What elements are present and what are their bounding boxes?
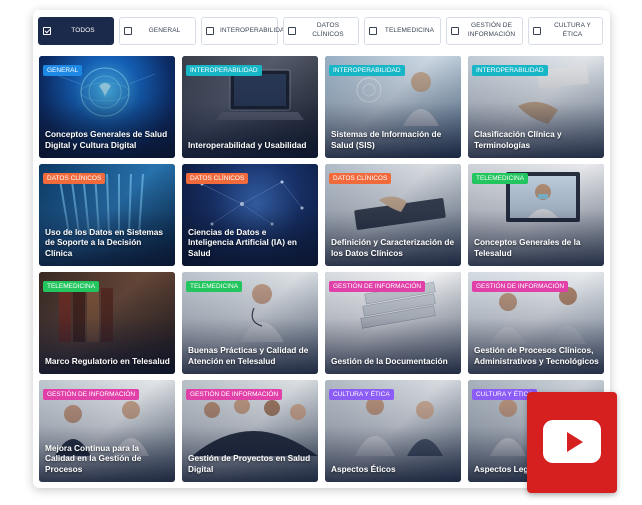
course-title: Conceptos Generales de Salud Digital y C…: [45, 129, 168, 150]
category-badge: GESTIÓN DE INFORMACIÓN: [472, 281, 569, 292]
course-title: Mejora Continua para la Calidad en la Ge…: [45, 442, 142, 474]
course-card[interactable]: INTEROPERABILIDAD Clasificación Clínica …: [468, 56, 604, 158]
filter-label: INTEROPERABILIDAD: [220, 26, 290, 34]
category-badge: GENERAL: [43, 65, 83, 76]
category-badge: DATOS CLÍNICOS: [329, 173, 392, 184]
filter-todos[interactable]: TODOS: [38, 17, 114, 45]
youtube-play-button[interactable]: [527, 392, 617, 493]
category-badge: GESTIÓN DE INFORMACIÓN: [43, 389, 140, 400]
course-card-grid: GENERAL Conceptos Generales de Salud Dig…: [39, 56, 604, 482]
course-card[interactable]: DATOS CLÍNICOS Definición y Caracterizac…: [325, 164, 461, 266]
filter-cultura-y-etica[interactable]: CULTURA Y ÉTICA: [528, 17, 603, 45]
course-title: Gestión de Procesos Clínicos, Administra…: [474, 345, 599, 366]
checkbox-icon: [533, 27, 541, 35]
filter-general[interactable]: GENERAL: [119, 17, 196, 45]
course-card[interactable]: GESTIÓN DE INFORMACIÓN Mejora Continua p…: [39, 380, 175, 482]
checkbox-icon: [288, 27, 296, 35]
checkbox-icon: [369, 27, 377, 35]
category-badge: TELEMEDICINA: [186, 281, 243, 292]
checkbox-icon: [124, 27, 132, 35]
filter-telemedicina[interactable]: TELEMEDICINA: [364, 17, 441, 45]
checkbox-icon: [43, 27, 51, 35]
category-badge: DATOS CLÍNICOS: [186, 173, 249, 184]
course-card[interactable]: CULTURA Y ÉTICA Aspectos Éticos: [325, 380, 461, 482]
course-title: Ciencias de Datos e Inteligencia Artific…: [188, 226, 297, 258]
course-title: Clasificación Clínica y Terminologías: [474, 129, 562, 150]
course-card[interactable]: TELEMEDICINA Conceptos Generales de la T…: [468, 164, 604, 266]
checkbox-icon: [206, 27, 214, 35]
course-card[interactable]: TELEMEDICINA Buenas Prácticas y Calidad …: [182, 272, 318, 374]
category-badge: INTEROPERABILIDAD: [186, 65, 262, 76]
course-title: Sistemas de Información de Salud (SIS): [331, 129, 442, 150]
filter-label: TELEMEDICINA: [384, 26, 435, 34]
category-badge: INTEROPERABILIDAD: [472, 65, 548, 76]
category-badge: GESTIÓN DE INFORMACIÓN: [186, 389, 283, 400]
category-filter-bar: TODOS GENERAL INTEROPERABILIDAD DATOS CL…: [38, 17, 604, 45]
youtube-play-icon: [543, 420, 601, 463]
course-catalog-panel: TODOS GENERAL INTEROPERABILIDAD DATOS CL…: [33, 10, 610, 488]
course-title: Gestión de Proyectos en Salud Digital: [188, 453, 311, 474]
filter-label: GESTIÓN DE INFORMACIÓN: [467, 22, 516, 38]
category-badge: TELEMEDICINA: [472, 173, 529, 184]
filter-gestion-de-informacion[interactable]: GESTIÓN DE INFORMACIÓN: [446, 17, 523, 45]
filter-interoperabilidad[interactable]: INTEROPERABILIDAD: [201, 17, 289, 45]
category-badge: DATOS CLÍNICOS: [43, 173, 106, 184]
course-card[interactable]: DATOS CLÍNICOS Uso de los Datos en Siste…: [39, 164, 175, 266]
filter-label: CULTURA Y ÉTICA: [554, 22, 591, 38]
checkbox-icon: [451, 27, 459, 35]
filter-datos-clinicos[interactable]: DATOS CLÍNICOS: [283, 17, 359, 45]
course-title: Definición y Caracterización de los Dato…: [331, 237, 455, 258]
course-card[interactable]: TELEMEDICINA Marco Regulatorio en Telesa…: [39, 272, 175, 374]
course-title: Gestión de la Documentación: [331, 355, 448, 366]
filter-label: GENERAL: [148, 26, 181, 34]
filter-label: TODOS: [71, 26, 95, 34]
category-badge: INTEROPERABILIDAD: [329, 65, 405, 76]
category-badge: CULTURA Y ÉTICA: [329, 389, 394, 400]
play-triangle-icon: [567, 432, 583, 452]
course-card[interactable]: GESTIÓN DE INFORMACIÓN Gestión de Proces…: [468, 272, 604, 374]
course-title: Marco Regulatorio en Telesalud: [45, 355, 170, 366]
course-title: Aspectos Éticos: [331, 463, 396, 474]
course-title: Uso de los Datos en Sistemas de Soporte …: [45, 226, 164, 258]
course-card[interactable]: DATOS CLÍNICOS Ciencias de Datos e Intel…: [182, 164, 318, 266]
filter-label: DATOS CLÍNICOS: [312, 22, 344, 38]
course-card[interactable]: GENERAL Conceptos Generales de Salud Dig…: [39, 56, 175, 158]
course-title: Buenas Prácticas y Calidad de Atención e…: [188, 345, 309, 366]
course-title: Interoperabilidad y Usabilidad: [188, 139, 307, 150]
course-card[interactable]: INTEROPERABILIDAD Interoperabilidad y Us…: [182, 56, 318, 158]
course-title: Conceptos Generales de la Telesalud: [474, 237, 581, 258]
course-card[interactable]: GESTIÓN DE INFORMACIÓN Gestión de la Doc…: [325, 272, 461, 374]
category-badge: GESTIÓN DE INFORMACIÓN: [329, 281, 426, 292]
course-card[interactable]: INTEROPERABILIDAD Sistemas de Informació…: [325, 56, 461, 158]
category-badge: TELEMEDICINA: [43, 281, 100, 292]
course-card[interactable]: GESTIÓN DE INFORMACIÓN Gestión de Proyec…: [182, 380, 318, 482]
